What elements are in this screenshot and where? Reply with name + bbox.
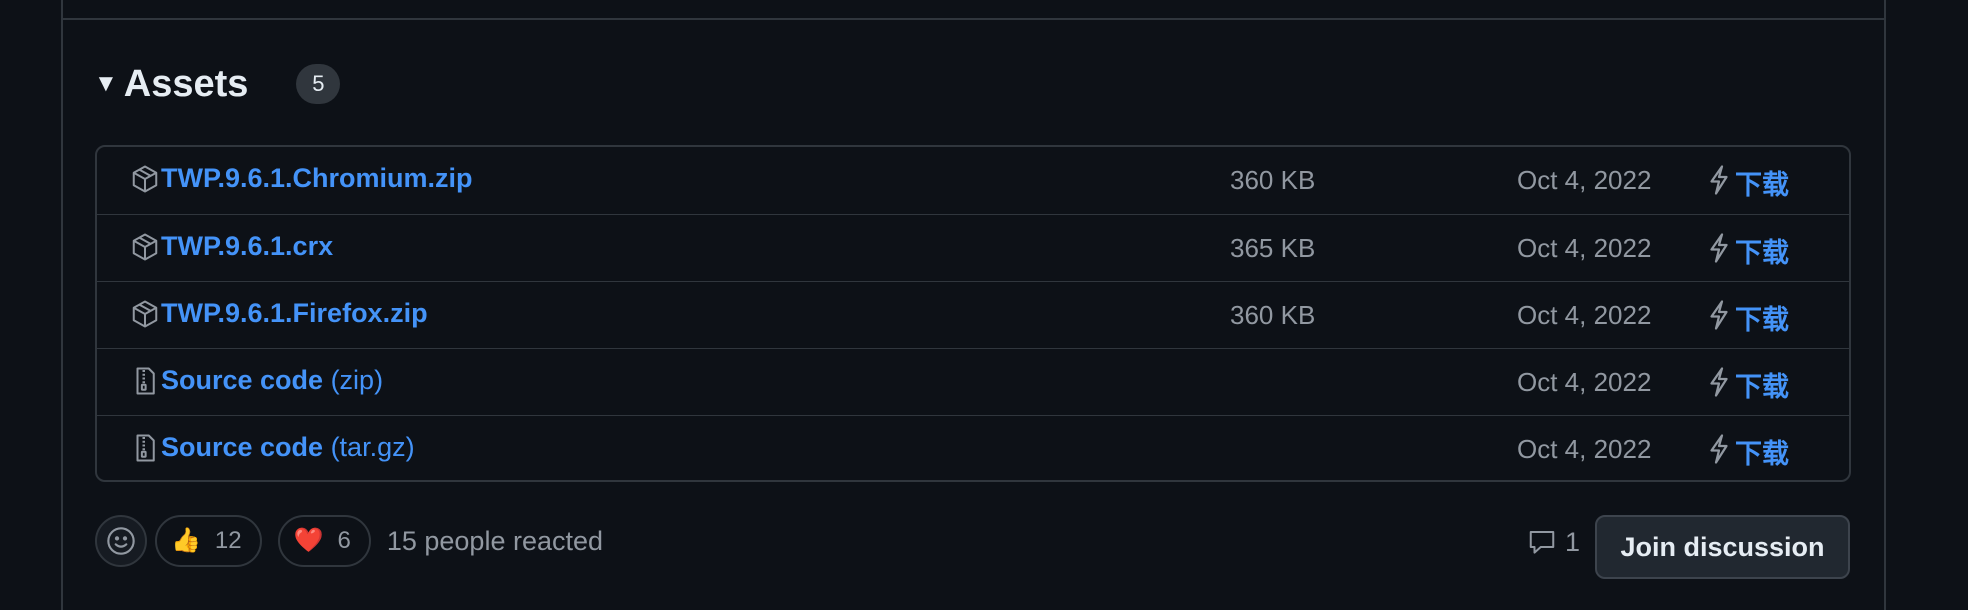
- join-discussion-button[interactable]: Join discussion: [1595, 515, 1850, 579]
- asset-link[interactable]: TWP.9.6.1.Firefox.zip: [161, 298, 428, 329]
- heart-reaction[interactable]: ❤️ 6: [277, 515, 371, 567]
- reaction-count: 6: [337, 527, 351, 554]
- download-link[interactable]: 下载: [1735, 365, 1789, 404]
- comment-icon: [1529, 531, 1555, 554]
- assets-toggle[interactable]: ▼ Assets 5: [94, 56, 341, 112]
- reaction-count: 12: [214, 527, 242, 554]
- caret-down-icon: ▼: [94, 70, 118, 97]
- comment-count: 1: [1565, 526, 1581, 557]
- asset-date: Oct 4, 2022: [1517, 300, 1652, 330]
- smiley-icon: [107, 527, 135, 555]
- package-icon: [132, 300, 158, 328]
- download-link[interactable]: 下载: [1735, 163, 1789, 202]
- download-link[interactable]: 下载: [1735, 298, 1789, 337]
- zap-icon: [1710, 165, 1728, 195]
- thumbs-up-reaction[interactable]: 👍 12: [155, 515, 262, 567]
- file-zip-icon: [136, 434, 155, 462]
- asset-row: Source code (tar.gz) Oct 4, 2022 下载: [97, 415, 1849, 480]
- package-icon: [132, 233, 158, 261]
- zap-icon: [1710, 300, 1728, 330]
- asset-size: 365 KB: [1230, 233, 1316, 263]
- asset-link[interactable]: Source code (tar.gz): [161, 432, 415, 463]
- zap-icon: [1710, 367, 1728, 397]
- comment-counter[interactable]: 1: [1527, 520, 1580, 564]
- asset-link[interactable]: TWP.9.6.1.crx: [161, 231, 333, 262]
- add-reaction-button[interactable]: [95, 515, 147, 567]
- file-zip-icon: [136, 367, 155, 395]
- zap-icon: [1710, 434, 1728, 464]
- assets-count-badge: 5: [296, 64, 341, 104]
- asset-date: Oct 4, 2022: [1517, 233, 1652, 263]
- asset-row: TWP.9.6.1.Firefox.zip 360 KB Oct 4, 2022…: [97, 281, 1849, 348]
- asset-row: TWP.9.6.1.crx 365 KB Oct 4, 2022 下载: [97, 214, 1849, 281]
- reactions-bar: 👍 12 ❤️ 6 15 people reacted: [95, 515, 603, 567]
- asset-size: 360 KB: [1230, 165, 1316, 195]
- asset-link[interactable]: TWP.9.6.1.Chromium.zip: [161, 163, 473, 194]
- asset-row: Source code (zip) Oct 4, 2022 下载: [97, 348, 1849, 415]
- assets-heading: Assets: [123, 62, 249, 105]
- zap-icon: [1710, 233, 1728, 263]
- divider: [61, 18, 1886, 20]
- download-link[interactable]: 下载: [1735, 231, 1789, 270]
- heart-icon: ❤️: [293, 527, 324, 554]
- package-icon: [132, 165, 158, 193]
- asset-link[interactable]: Source code (zip): [161, 365, 383, 396]
- asset-date: Oct 4, 2022: [1517, 367, 1652, 397]
- asset-date: Oct 4, 2022: [1517, 165, 1652, 195]
- reactions-summary: 15 people reacted: [386, 525, 604, 556]
- asset-row: TWP.9.6.1.Chromium.zip 360 KB Oct 4, 202…: [97, 147, 1849, 214]
- thumbs-up-icon: 👍: [171, 527, 201, 554]
- asset-date: Oct 4, 2022: [1517, 434, 1652, 464]
- assets-list: TWP.9.6.1.Chromium.zip 360 KB Oct 4, 202…: [95, 145, 1851, 482]
- asset-size: 360 KB: [1230, 300, 1316, 330]
- download-link[interactable]: 下载: [1735, 432, 1789, 471]
